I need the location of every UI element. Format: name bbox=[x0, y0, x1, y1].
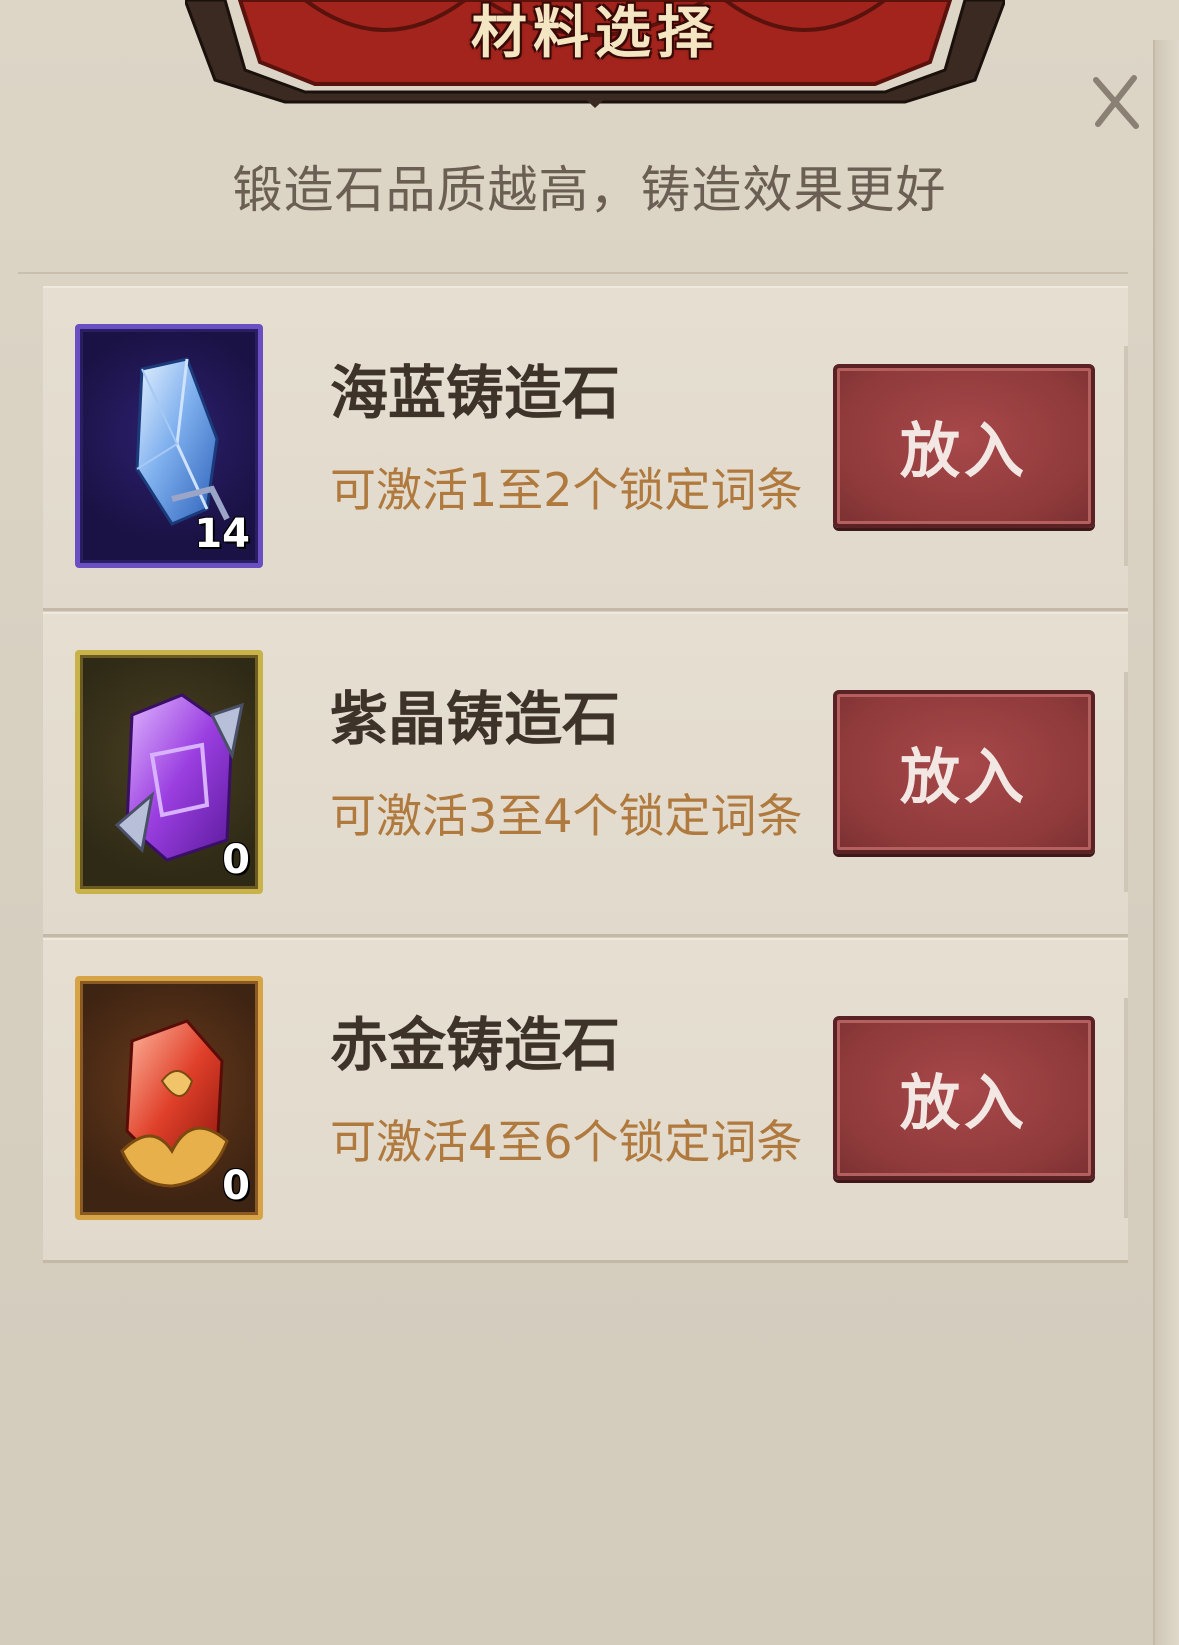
item-description: 可激活4至6个锁定词条 bbox=[330, 1115, 803, 1169]
item-description: 可激活1至2个锁定词条 bbox=[330, 463, 803, 517]
item-name: 紫晶铸造石 bbox=[330, 685, 621, 753]
list-item: 0 紫晶铸造石 可激活3至4个锁定词条 放入 bbox=[43, 612, 1128, 937]
put-in-label: 放入 bbox=[900, 416, 1028, 487]
item-count: 0 bbox=[222, 1163, 250, 1209]
dialog-subtitle: 锻造石品质越高，铸造效果更好 bbox=[232, 161, 947, 219]
item-slot[interactable]: 14 bbox=[75, 324, 263, 568]
close-icon bbox=[1093, 75, 1139, 129]
put-in-label: 放入 bbox=[900, 742, 1028, 813]
list-item: 14 海蓝铸造石 可激活1至2个锁定词条 放入 bbox=[43, 286, 1128, 611]
item-count: 0 bbox=[222, 837, 250, 883]
material-select-dialog: 材料选择 锻造石品质越高，铸造效果更好 14 海蓝铸造石 可激活1至2个锁定词条… bbox=[0, 0, 1179, 1645]
item-name: 赤金铸造石 bbox=[330, 1011, 621, 1079]
item-slot[interactable]: 0 bbox=[75, 650, 263, 894]
list-item: 0 赤金铸造石 可激活4至6个锁定词条 放入 bbox=[43, 938, 1128, 1263]
close-button[interactable] bbox=[1088, 70, 1144, 134]
panel-frame-edge bbox=[1153, 40, 1179, 1645]
put-in-label: 放入 bbox=[900, 1068, 1028, 1139]
put-in-button[interactable]: 放入 bbox=[833, 364, 1095, 528]
material-list: 14 海蓝铸造石 可激活1至2个锁定词条 放入 0 紫晶铸造石 可激活3至4个锁… bbox=[18, 272, 1128, 1312]
item-description: 可激活3至4个锁定词条 bbox=[330, 789, 803, 843]
item-count: 14 bbox=[194, 511, 250, 557]
title-banner: 材料选择 bbox=[185, 0, 1005, 108]
item-name: 海蓝铸造石 bbox=[330, 359, 621, 427]
put-in-button[interactable]: 放入 bbox=[833, 1016, 1095, 1180]
dialog-title: 材料选择 bbox=[471, 1, 719, 66]
put-in-button[interactable]: 放入 bbox=[833, 690, 1095, 854]
item-slot[interactable]: 0 bbox=[75, 976, 263, 1220]
